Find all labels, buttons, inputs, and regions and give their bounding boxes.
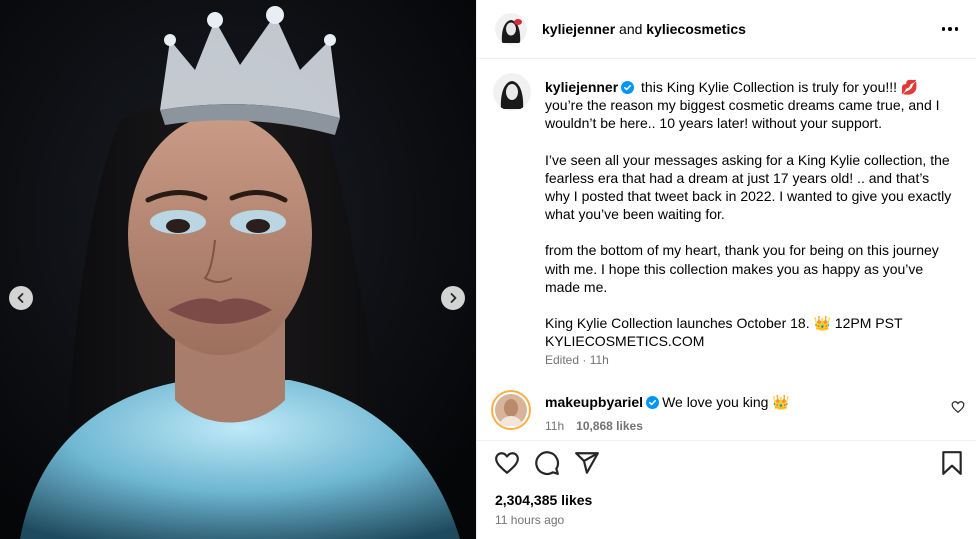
share-paper-plane-icon[interactable] — [574, 450, 600, 476]
commenter-avatar[interactable] — [491, 390, 531, 430]
post-header-title: kyliejenner and kyliecosmetics — [542, 21, 746, 37]
comment-text: makeupbyariel We love you king 👑 — [545, 394, 790, 411]
post-header: kyliejenner and kyliecosmetics — [477, 0, 976, 59]
author-username[interactable]: kyliejenner — [542, 21, 615, 37]
collaborator-username[interactable]: kyliecosmetics — [646, 21, 746, 37]
avatar-image — [493, 73, 531, 111]
caption-edited-time: Edited · 11h — [545, 353, 609, 367]
previous-image-button[interactable] — [9, 286, 33, 310]
author-avatar[interactable] — [495, 13, 527, 45]
post-media[interactable] — [0, 0, 476, 539]
avatar-image — [495, 394, 527, 426]
verified-badge-icon — [621, 81, 635, 94]
comment-likes[interactable]: 10,868 likes — [576, 419, 643, 433]
caption-username[interactable]: kyliejenner — [545, 79, 618, 95]
post-likes-count[interactable]: 2,304,385 likes — [495, 492, 592, 508]
more-horizontal-icon — [941, 27, 959, 31]
comment-like-heart-icon[interactable] — [951, 400, 965, 414]
chevron-left-icon — [17, 293, 24, 303]
more-options-button[interactable] — [939, 18, 961, 40]
caption-paragraph: from the bottom of my heart, thank you f… — [545, 242, 939, 295]
like-heart-icon[interactable] — [494, 450, 520, 476]
comment-item: makeupbyariel We love you king 👑 11h 10,86… — [477, 388, 976, 436]
caption-author-avatar[interactable] — [493, 73, 531, 111]
caption-paragraph: King Kylie Collection launches October 1… — [545, 315, 903, 350]
comment-meta: 11h 10,868 likes — [545, 419, 643, 433]
comment-bubble-icon[interactable] — [534, 450, 560, 476]
post-details-panel: kyliejenner and kyliecosmetics kyliejenn… — [476, 0, 976, 539]
avatar-image — [495, 13, 527, 45]
commenter-username[interactable]: makeupbyariel — [545, 394, 643, 410]
collab-joiner: and — [619, 21, 643, 37]
caption-text: kyliejenner this King Kylie Collection i… — [545, 78, 955, 350]
next-image-button[interactable] — [441, 286, 465, 310]
post-photo — [0, 0, 476, 539]
post-timestamp[interactable]: 11 hours ago — [495, 513, 564, 527]
caption-paragraph: kyliejenner this King Kylie Collection i… — [545, 79, 940, 132]
comment-body: We love you king 👑 — [662, 394, 790, 410]
post-actions: 2,304,385 likes 11 hours ago — [477, 440, 976, 539]
chevron-right-icon — [450, 293, 457, 303]
caption-paragraph: I’ve seen all your messages asking for a… — [545, 151, 952, 223]
verified-badge-icon — [646, 396, 660, 409]
bookmark-save-icon[interactable] — [939, 450, 965, 476]
comment-time: 11h — [545, 419, 565, 433]
